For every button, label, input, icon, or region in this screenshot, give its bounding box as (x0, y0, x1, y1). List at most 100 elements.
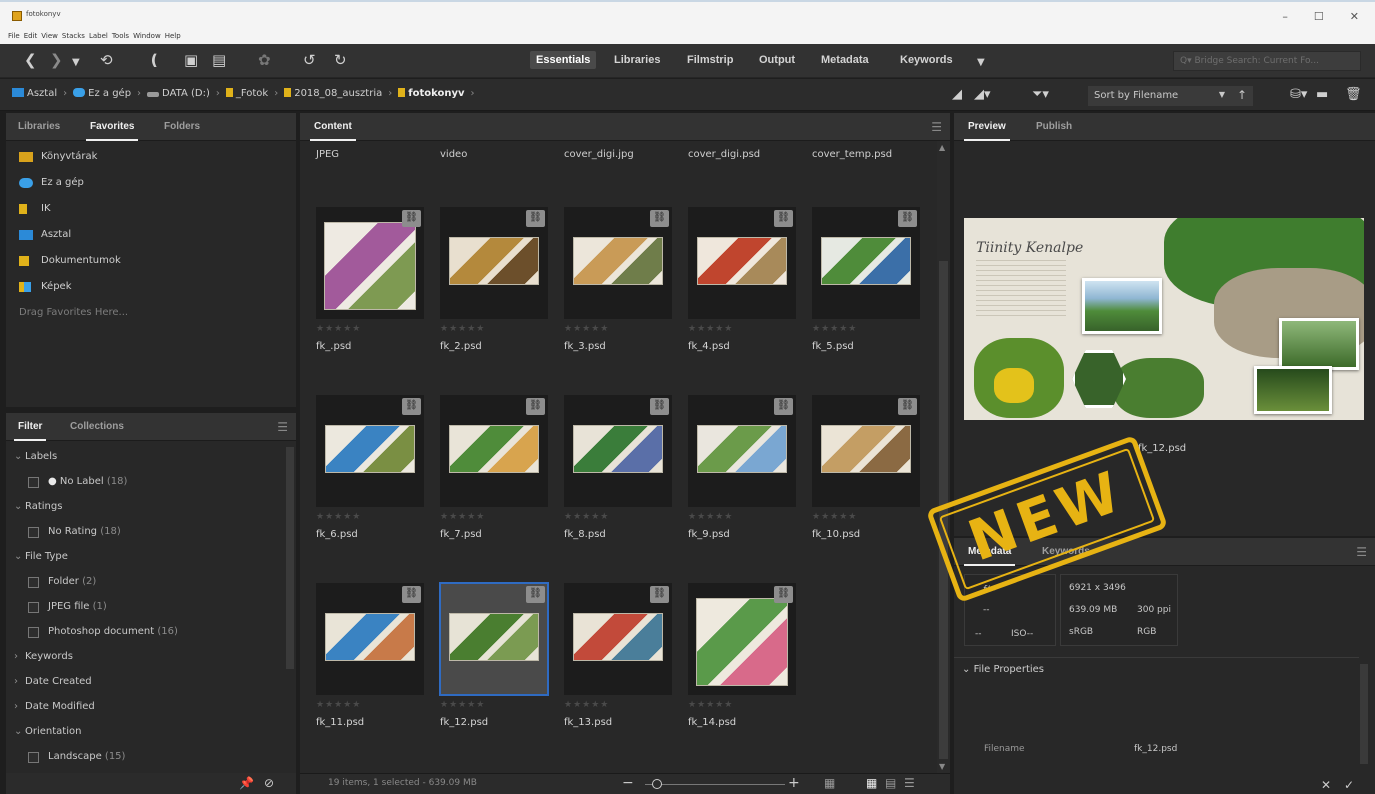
menu-help[interactable]: Help (165, 32, 181, 40)
breadcrumb-fotok[interactable]: _Fotok (225, 88, 268, 99)
thumbnail-fk-8[interactable]: ⛓ (564, 395, 672, 507)
quality-icon[interactable]: ◢ (952, 87, 962, 102)
open-recent-icon[interactable]: ⛁▾ (1290, 87, 1307, 102)
filter-scrollbar[interactable] (286, 447, 294, 669)
file-properties-section[interactable]: ⌄ File Properties (962, 664, 1044, 675)
thumbnail-fk-11[interactable]: ⛓ (316, 583, 424, 695)
open-camera-raw-icon[interactable]: ✿ (258, 52, 271, 68)
thumbnail-filename[interactable]: fk_.psd (316, 341, 351, 352)
thumbnail-fk-[interactable]: ⛓ (316, 207, 424, 319)
menu-label[interactable]: Label (89, 32, 108, 40)
rotate-right-icon[interactable]: ↻ (334, 52, 347, 68)
thumbnail-filename[interactable]: fk_14.psd (688, 717, 736, 728)
thumbnail-filename[interactable]: fk_10.psd (812, 529, 860, 540)
filter-section-keywords[interactable]: › Keywords (6, 649, 288, 674)
refine-icon[interactable]: ▤ (212, 52, 226, 68)
thumbnail-fk-4[interactable]: ⛓ (688, 207, 796, 319)
chevron-right-icon[interactable]: › (471, 88, 475, 99)
tab-content[interactable]: Content (310, 121, 356, 141)
rating-stars[interactable]: ★★★★★ (440, 700, 485, 710)
scroll-up-icon[interactable]: ▲ (939, 143, 945, 152)
breadcrumb-asztal[interactable]: Asztal (12, 88, 57, 99)
thumbnail-filename[interactable]: fk_2.psd (440, 341, 482, 352)
thumbnail-filename[interactable]: fk_6.psd (316, 529, 358, 540)
rating-stars[interactable]: ★★★★★ (440, 512, 485, 522)
thumbnail-fk-9[interactable]: ⛓ (688, 395, 796, 507)
thumbnail-fk-3[interactable]: ⛓ (564, 207, 672, 319)
thumbnail-fk-2[interactable]: ⛓ (440, 207, 548, 319)
close-window-button[interactable]: ✕ (1350, 10, 1359, 23)
thumbnail-fk-6[interactable]: ⛓ (316, 395, 424, 507)
filter-option-folder[interactable]: Folder (2) (6, 574, 288, 599)
menu-file[interactable]: File (8, 32, 20, 40)
recent-icon[interactable]: ⟲ (100, 52, 113, 68)
menu-tools[interactable]: Tools (112, 32, 129, 40)
filter-checkbox[interactable] (28, 627, 39, 638)
filter-section-ratings[interactable]: ⌄ Ratings (6, 499, 288, 524)
workspace-output[interactable]: Output (759, 54, 795, 66)
thumbnail-fk-7[interactable]: ⛓ (440, 395, 548, 507)
thumbnail-filename[interactable]: fk_11.psd (316, 717, 364, 728)
workspace-more-icon[interactable]: ▼ (977, 55, 985, 71)
cancel-icon[interactable]: ✕ (1321, 778, 1331, 792)
workspace-metadata[interactable]: Metadata (821, 54, 869, 66)
filter-checkbox[interactable] (28, 477, 39, 488)
preview-image[interactable]: Tiinity Kenalpe (964, 218, 1364, 420)
thumbnail-filename[interactable]: fk_8.psd (564, 529, 606, 540)
file-cover-digi-jpg[interactable]: cover_digi.jpg (564, 149, 634, 160)
rating-stars[interactable]: ★★★★★ (564, 700, 609, 710)
menu-edit[interactable]: Edit (24, 32, 38, 40)
sort-dropdown[interactable]: Sort by Filename ▼ ↑ (1088, 86, 1253, 106)
thumbnail-fk-14[interactable]: ⛓ (688, 583, 796, 695)
favorite-asztal[interactable]: Asztal (6, 227, 296, 253)
file-cover-digi-psd[interactable]: cover_digi.psd (688, 149, 760, 160)
minimize-button[interactable]: – (1282, 10, 1288, 23)
thumbnail-filename[interactable]: fk_4.psd (688, 341, 730, 352)
filter-option-no-label[interactable]: ● No Label (18) (6, 474, 288, 499)
rating-stars[interactable]: ★★★★★ (316, 512, 361, 522)
breadcrumb-data-drive[interactable]: DATA (D:) (147, 88, 210, 99)
panel-menu-icon[interactable]: ☰ (277, 420, 288, 434)
filter-section-date-modified[interactable]: › Date Modified (6, 699, 288, 724)
thumbnail-fk-12[interactable]: ⛓ (439, 582, 549, 696)
menu-view[interactable]: View (41, 32, 58, 40)
panel-menu-icon[interactable]: ☰ (1356, 545, 1367, 559)
pin-icon[interactable]: 📌 (239, 776, 254, 790)
favorite-konyvtarak[interactable]: Könyvtárak (6, 149, 296, 175)
rating-stars[interactable]: ★★★★★ (316, 700, 361, 710)
chevron-down-icon[interactable]: ▼ (72, 55, 80, 71)
rating-stars[interactable]: ★★★★★ (440, 324, 485, 334)
menu-window[interactable]: Window (133, 32, 161, 40)
sort-ascending-icon[interactable]: ↑ (1237, 88, 1247, 102)
rating-stars[interactable]: ★★★★★ (564, 512, 609, 522)
panel-menu-icon[interactable]: ☰ (931, 120, 942, 134)
thumbnail-filename[interactable]: fk_12.psd (440, 717, 488, 728)
thumbnail-fk-10[interactable]: ⛓ (812, 395, 920, 507)
apply-icon[interactable]: ✓ (1344, 778, 1354, 792)
filter-option-no-rating[interactable]: No Rating (18) (6, 524, 288, 549)
filter-option-photoshop-document[interactable]: Photoshop document (16) (6, 624, 288, 649)
file-cover-temp-psd[interactable]: cover_temp.psd (812, 149, 892, 160)
filter-section-labels[interactable]: ⌄ Labels (6, 449, 288, 474)
filter-section-file-type[interactable]: ⌄ File Type (6, 549, 288, 574)
filter-checkbox[interactable] (28, 752, 39, 763)
view-list-icon[interactable]: ☰ (904, 776, 915, 790)
filter-checkbox[interactable] (28, 577, 39, 588)
tab-publish[interactable]: Publish (1036, 121, 1072, 132)
workspace-keywords[interactable]: Keywords (900, 54, 953, 66)
rating-stars[interactable]: ★★★★★ (688, 700, 733, 710)
tab-collections[interactable]: Collections (70, 421, 124, 432)
back-icon[interactable]: ❮ (24, 52, 37, 68)
folder-jpeg[interactable]: JPEG (316, 149, 339, 160)
workspace-libraries[interactable]: Libraries (614, 54, 660, 66)
thumbnail-filename[interactable]: fk_3.psd (564, 341, 606, 352)
thumbnail-filename[interactable]: fk_7.psd (440, 529, 482, 540)
thumbnail-fk-5[interactable]: ⛓ (812, 207, 920, 319)
rating-stars[interactable]: ★★★★★ (316, 324, 361, 334)
zoom-out-icon[interactable]: − (622, 775, 634, 791)
rating-stars[interactable]: ★★★★★ (812, 512, 857, 522)
thumbnail-size-slider[interactable] (645, 784, 785, 785)
favorite-kepek[interactable]: Képek (6, 279, 296, 305)
rating-stars[interactable]: ★★★★★ (688, 512, 733, 522)
thumbnail-filename[interactable]: fk_9.psd (688, 529, 730, 540)
